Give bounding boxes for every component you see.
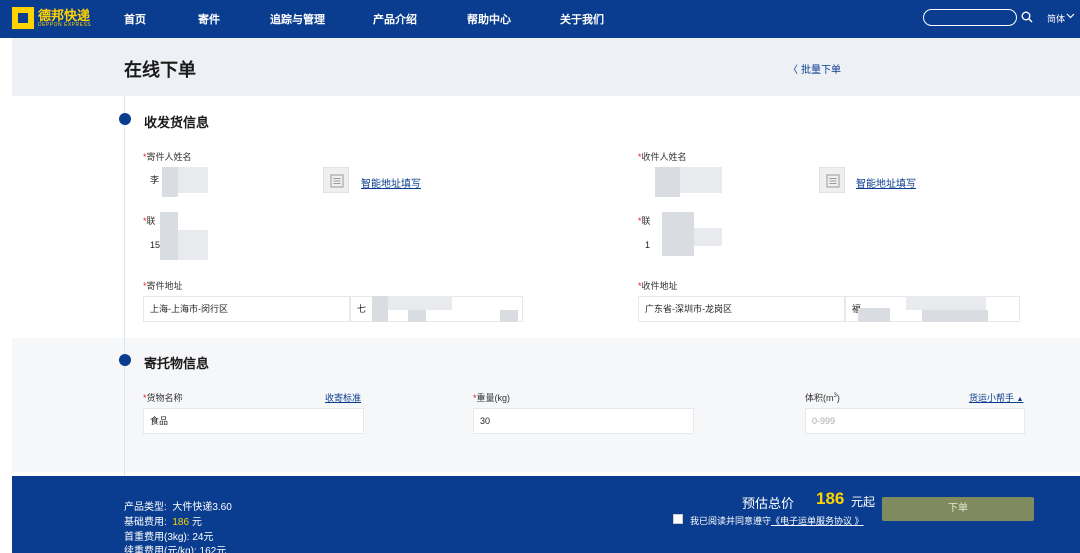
nav-item-products[interactable]: 产品介绍 bbox=[373, 11, 417, 27]
sender-address-label: *寄件地址 bbox=[143, 281, 183, 291]
sender-name-label: *寄件人姓名 bbox=[143, 152, 192, 162]
caret-up-icon: ▲ bbox=[1016, 396, 1024, 403]
freight-helper-link[interactable]: 货运小帮手 ▲ bbox=[969, 391, 1023, 404]
address-book-button[interactable] bbox=[323, 167, 349, 193]
smart-address-fill-link-receiver[interactable]: 智能地址填写 bbox=[856, 175, 916, 190]
receiver-address-label: *收件地址 bbox=[638, 281, 678, 291]
brand-name-en: DEPPON EXPRESS bbox=[38, 21, 92, 28]
redaction-block bbox=[906, 296, 986, 310]
search-icon[interactable] bbox=[1021, 11, 1033, 23]
product-type-line: 产品类型: 大件快递3.60 bbox=[124, 502, 232, 513]
sender-region-select[interactable]: 上海-上海市-闵行区 bbox=[143, 296, 350, 322]
page-title: 在线下单 bbox=[124, 60, 196, 80]
redaction-block bbox=[655, 167, 680, 197]
address-book-button[interactable] bbox=[819, 167, 845, 193]
redaction-block bbox=[178, 167, 208, 193]
redaction-block bbox=[500, 310, 518, 322]
batch-order-link[interactable]: 〈批量下单 bbox=[788, 61, 841, 76]
top-nav: 德邦快递 DEPPON EXPRESS 首页 寄件 追踪与管理 产品介绍 帮助中… bbox=[0, 0, 1080, 38]
redaction-block bbox=[388, 296, 452, 310]
receiver-region-select[interactable]: 广东省-深圳市-龙岗区 bbox=[638, 296, 845, 322]
weight-input[interactable]: 30 bbox=[473, 408, 694, 434]
volume-label: 体积(m3) bbox=[805, 393, 840, 403]
estimated-total-unit: 元起 bbox=[851, 495, 876, 509]
sender-phone-label: *联 bbox=[143, 216, 156, 226]
volume-input[interactable]: 0-999 bbox=[805, 408, 1025, 434]
extra-weight-fee-line: 续重费用(元/kg): 162元 bbox=[124, 546, 227, 553]
logo-mark-icon bbox=[12, 7, 34, 29]
shipping-standards-link[interactable]: 收寄标准 bbox=[325, 391, 361, 404]
section-title-shipping-info: 收发货信息 bbox=[144, 115, 210, 130]
language-select[interactable]: 简体 bbox=[1047, 12, 1065, 25]
estimated-total-label: 预估总价 bbox=[742, 496, 795, 511]
redaction-block bbox=[662, 212, 694, 256]
nav-item-help[interactable]: 帮助中心 bbox=[467, 11, 511, 27]
section-marker-dot bbox=[119, 113, 131, 125]
address-book-icon bbox=[330, 174, 344, 188]
redaction-block bbox=[408, 310, 426, 322]
receiver-name-label: *收件人姓名 bbox=[638, 152, 687, 162]
section-marker-dot bbox=[119, 354, 131, 366]
agreement-text: 我已阅读并同意遵守《电子运单服务协议 》 bbox=[690, 516, 864, 526]
first-weight-fee-line: 首重费用(3kg): 24元 bbox=[124, 532, 214, 543]
base-fee-line: 基础费用: 186 元 bbox=[124, 517, 202, 528]
brand-logo[interactable]: 德邦快递 DEPPON EXPRESS bbox=[12, 6, 91, 30]
search-input[interactable] bbox=[923, 9, 1017, 26]
redaction-block bbox=[922, 310, 988, 322]
smart-address-fill-link-sender[interactable]: 智能地址填写 bbox=[361, 175, 421, 190]
section-title-cargo-info: 寄托物信息 bbox=[144, 356, 210, 371]
goods-name-label: *货物名称 bbox=[143, 393, 183, 403]
chevron-left-icon: 〈 bbox=[788, 65, 798, 76]
redaction-block bbox=[178, 230, 208, 260]
estimated-total-value: 186 bbox=[816, 489, 845, 508]
service-agreement-link[interactable]: 《电子运单服务协议 》 bbox=[771, 516, 864, 526]
redaction-block bbox=[694, 228, 722, 246]
batch-order-label: 批量下单 bbox=[801, 65, 841, 76]
redaction-block bbox=[858, 308, 890, 322]
nav-item-about[interactable]: 关于我们 bbox=[560, 11, 604, 27]
redaction-block bbox=[160, 212, 178, 260]
brand-name: 德邦快递 bbox=[38, 7, 91, 23]
chevron-down-icon[interactable] bbox=[1066, 13, 1075, 19]
redaction-block bbox=[162, 167, 178, 197]
goods-name-input[interactable]: 食品 bbox=[143, 408, 364, 434]
address-book-icon bbox=[826, 174, 840, 188]
submit-order-button[interactable]: 下单 bbox=[882, 497, 1034, 521]
redaction-block bbox=[680, 167, 722, 193]
nav-item-ship[interactable]: 寄件 bbox=[198, 11, 220, 27]
receiver-phone-label: *联 bbox=[638, 216, 651, 226]
agreement-checkbox[interactable] bbox=[673, 514, 683, 524]
nav-item-home[interactable]: 首页 bbox=[124, 11, 146, 27]
weight-label: *重量(kg) bbox=[473, 393, 511, 403]
nav-item-tracking[interactable]: 追踪与管理 bbox=[270, 11, 325, 27]
redaction-block bbox=[372, 296, 388, 322]
timeline-line bbox=[124, 96, 125, 338]
